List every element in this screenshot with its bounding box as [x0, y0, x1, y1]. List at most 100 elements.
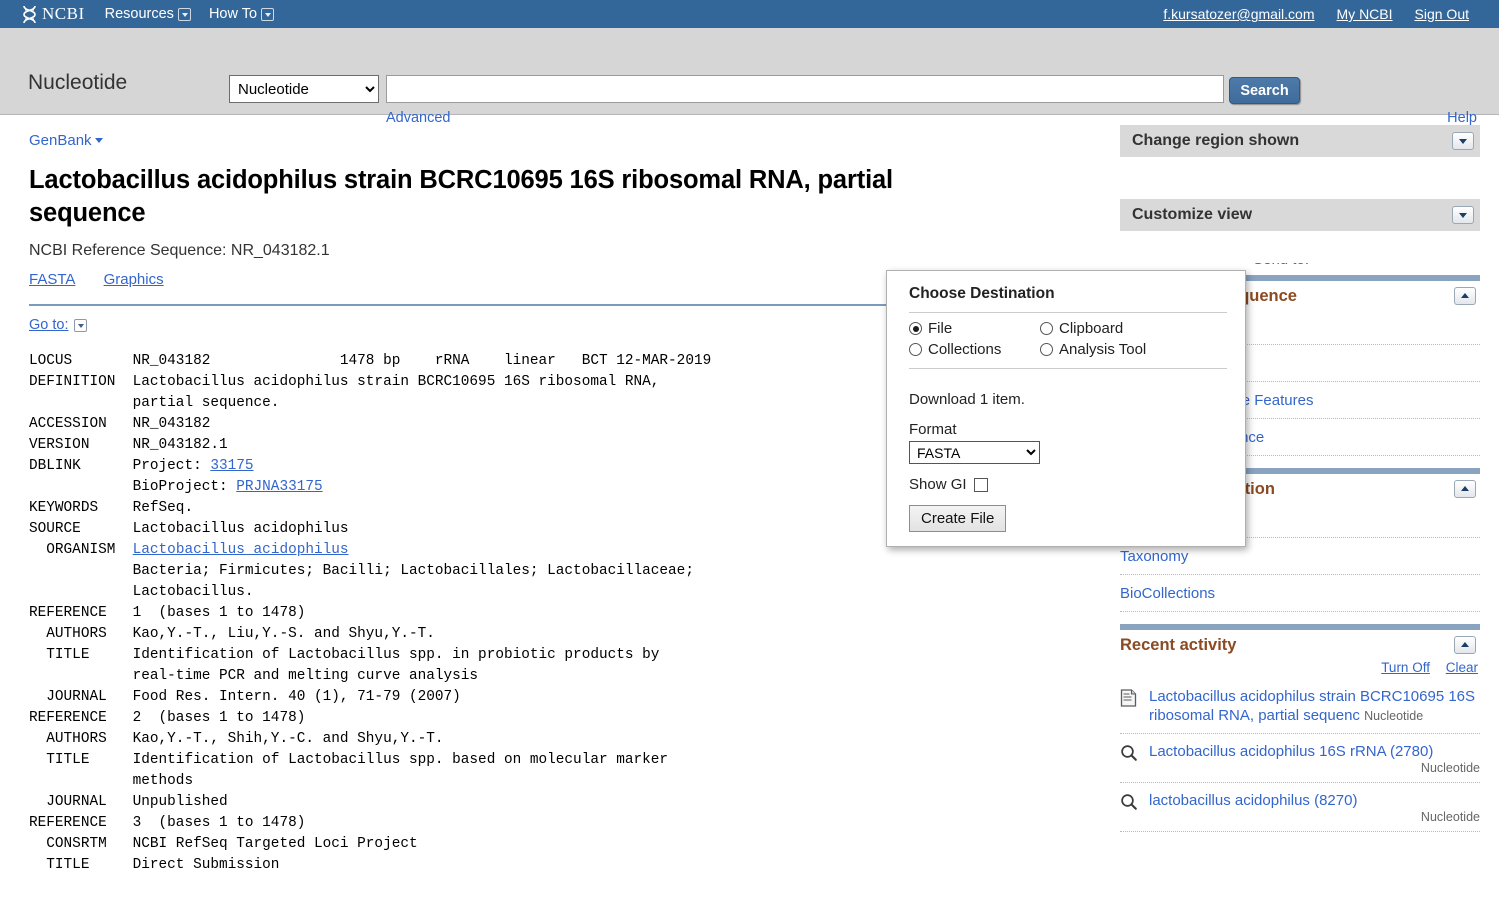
related-link-biocollections[interactable]: BioCollections — [1120, 575, 1480, 612]
gbff-line: TITLE Identification of Lactobacillus sp… — [29, 647, 660, 663]
recent-activity-item[interactable]: Lactobacillus acidophilus strain BCRC106… — [1120, 679, 1480, 734]
show-gi-checkbox[interactable] — [973, 477, 988, 492]
choose-destination-popup: Choose Destination File Clipboard Collec… — [886, 270, 1246, 547]
radio-analysis-tool-icon[interactable] — [1040, 343, 1053, 356]
chevron-up-icon[interactable] — [1454, 636, 1476, 654]
panel-change-region-body — [1120, 157, 1480, 189]
nav-resources-label: Resources — [104, 6, 174, 22]
destination-option-clipboard[interactable]: Clipboard — [1040, 320, 1227, 337]
destination-analysis-tool-label: Analysis Tool — [1059, 341, 1147, 358]
page-body: GenBank Lactobacillus acidophilus strain… — [0, 115, 1499, 898]
recent-activity-item-database-row: Nucleotide — [1149, 761, 1480, 775]
gbff-line: real-time PCR and melting curve analysis — [29, 668, 479, 684]
chevron-down-icon — [177, 7, 191, 21]
gbff-line: REFERENCE 3 (bases 1 to 1478) — [29, 815, 306, 831]
format-menu-genbank[interactable]: GenBank — [29, 132, 103, 149]
gbff-line: Bacteria; Firmicutes; Bacilli; Lactobaci… — [29, 563, 694, 579]
gbff-line: TITLE Identification of Lactobacillus sp… — [29, 752, 669, 768]
gbff-line: TITLE Direct Submission — [29, 857, 280, 873]
gbff-line: methods — [29, 773, 194, 789]
radio-collections-icon[interactable] — [909, 343, 922, 356]
panel-recent-activity-header: Recent activity — [1120, 630, 1480, 657]
account-email-link[interactable]: f.kursatozer@gmail.com — [1163, 6, 1314, 22]
page-title: Lactobacillus acidophilus strain BCRC106… — [29, 166, 893, 227]
gbff-line: CONSRTM NCBI RefSeq Targeted Loci Projec… — [29, 836, 418, 852]
recent-activity-item[interactable]: Lactobacillus acidophilus 16S rRNA (2780… — [1120, 734, 1480, 783]
format-label: Format — [909, 421, 957, 438]
recent-activity-item-title: Lactobacillus acidophilus strain BCRC106… — [1149, 688, 1476, 724]
destination-option-file[interactable]: File — [909, 320, 1040, 337]
chevron-down-icon[interactable] — [1452, 132, 1474, 150]
turn-off-link[interactable]: Turn Off — [1381, 660, 1430, 675]
recent-activity-item-database: Nucleotide — [1420, 761, 1480, 775]
recent-activity-actions: Turn Off Clear — [1120, 657, 1480, 679]
dna-helix-icon — [23, 5, 36, 23]
gbff-inline-link[interactable]: 33175 — [210, 458, 253, 474]
chevron-up-icon[interactable] — [1454, 287, 1476, 305]
show-gi-row[interactable]: Show GI — [909, 476, 1227, 493]
database-title: Nucleotide — [28, 71, 128, 94]
nav-item-resources[interactable]: Resources — [105, 6, 191, 22]
document-icon — [1120, 687, 1140, 711]
radio-clipboard-icon[interactable] — [1040, 322, 1053, 335]
chevron-down-icon[interactable] — [1452, 206, 1474, 224]
gbff-line: AUTHORS Kao,Y.-T., Liu,Y.-S. and Shyu,Y.… — [29, 626, 435, 642]
destination-option-analysis-tool[interactable]: Analysis Tool — [1040, 341, 1227, 358]
sign-out-link[interactable]: Sign Out — [1415, 6, 1469, 22]
nav-how-to-label: How To — [208, 6, 258, 22]
download-count-text: Download 1 item. — [909, 391, 1025, 408]
chevron-down-icon — [261, 7, 275, 21]
gbff-inline-link[interactable]: PRJNA33175 — [236, 479, 322, 495]
gbff-line: REFERENCE 2 (bases 1 to 1478) — [29, 710, 306, 726]
destination-file-label: File — [928, 320, 953, 337]
gbff-line: AUTHORS Kao,Y.-T., Shih,Y.-C. and Shyu,Y… — [29, 731, 444, 747]
search-icon — [1120, 742, 1140, 766]
database-select[interactable]: Nucleotide — [229, 75, 379, 103]
fasta-link[interactable]: FASTA — [29, 271, 75, 288]
search-icon — [1120, 791, 1140, 815]
format-menu-label: GenBank — [29, 132, 92, 149]
gbff-line: Lactobacillus. — [29, 584, 254, 600]
show-gi-label: Show GI — [909, 476, 967, 493]
ncbi-logo[interactable]: NCBI — [22, 4, 85, 24]
search-button[interactable]: Search — [1229, 77, 1300, 104]
gbff-inline-link[interactable]: Lactobacillus acidophilus — [133, 542, 349, 558]
chevron-up-icon[interactable] — [1454, 480, 1476, 498]
gbff-line: JOURNAL Food Res. Intern. 40 (1), 71-79 … — [29, 689, 461, 705]
recent-activity-item[interactable]: lactobacillus acidophilus (8270) Nucleoti… — [1120, 783, 1480, 832]
chevron-down-icon — [94, 138, 103, 143]
panel-customize-view-title: Customize view — [1132, 206, 1253, 223]
panel-customize-view[interactable]: Customize view — [1120, 199, 1480, 231]
chevron-down-icon — [73, 318, 87, 332]
panel-change-region-title: Change region shown — [1132, 132, 1300, 149]
recent-activity-item-title: lactobacillus acidophilus (8270) — [1149, 792, 1358, 809]
recent-activity-item-title: Lactobacillus acidophilus 16S rRNA (2780… — [1149, 743, 1434, 760]
panel-customize-view-body — [1120, 231, 1480, 263]
destination-collections-label: Collections — [928, 341, 1002, 358]
refseq-accession-line: NCBI Reference Sequence: NR_043182.1 — [29, 242, 330, 259]
gbff-line: JOURNAL Unpublished — [29, 794, 228, 810]
search-input[interactable] — [386, 75, 1224, 103]
popup-title: Choose Destination — [909, 285, 1227, 313]
my-ncbi-link[interactable]: My NCBI — [1337, 6, 1393, 22]
gbff-line: REFERENCE 1 (bases 1 to 1478) — [29, 605, 306, 621]
create-file-button[interactable]: Create File — [909, 505, 1007, 532]
panel-recent-activity-title: Recent activity — [1120, 636, 1237, 654]
go-to-label: Go to: — [29, 317, 69, 333]
graphics-link[interactable]: Graphics — [104, 271, 164, 288]
format-select[interactable]: FASTA — [909, 441, 1040, 464]
search-header: Nucleotide Nucleotide Search Advanced He… — [0, 28, 1499, 126]
account-links: f.kursatozer@gmail.com My NCBI Sign Out — [1163, 6, 1477, 22]
destination-options: File Clipboard Collections Analysis Tool — [909, 320, 1227, 369]
nav-item-how-to[interactable]: How To — [208, 6, 275, 22]
destination-clipboard-label: Clipboard — [1059, 320, 1124, 337]
ncbi-logo-text: NCBI — [42, 4, 85, 23]
panel-change-region-shown[interactable]: Change region shown — [1120, 125, 1480, 157]
radio-file-icon[interactable] — [909, 322, 922, 335]
recent-activity-list: Lactobacillus acidophilus strain BCRC106… — [1120, 679, 1480, 832]
destination-option-collections[interactable]: Collections — [909, 341, 1040, 358]
recent-activity-item-database: Nucleotide — [1364, 709, 1424, 723]
top-navigation-bar: NCBI Resources How To f.kursatozer@gmail… — [0, 0, 1499, 28]
recent-activity-item-database-row: Nucleotide — [1149, 810, 1480, 824]
clear-link[interactable]: Clear — [1446, 660, 1478, 675]
